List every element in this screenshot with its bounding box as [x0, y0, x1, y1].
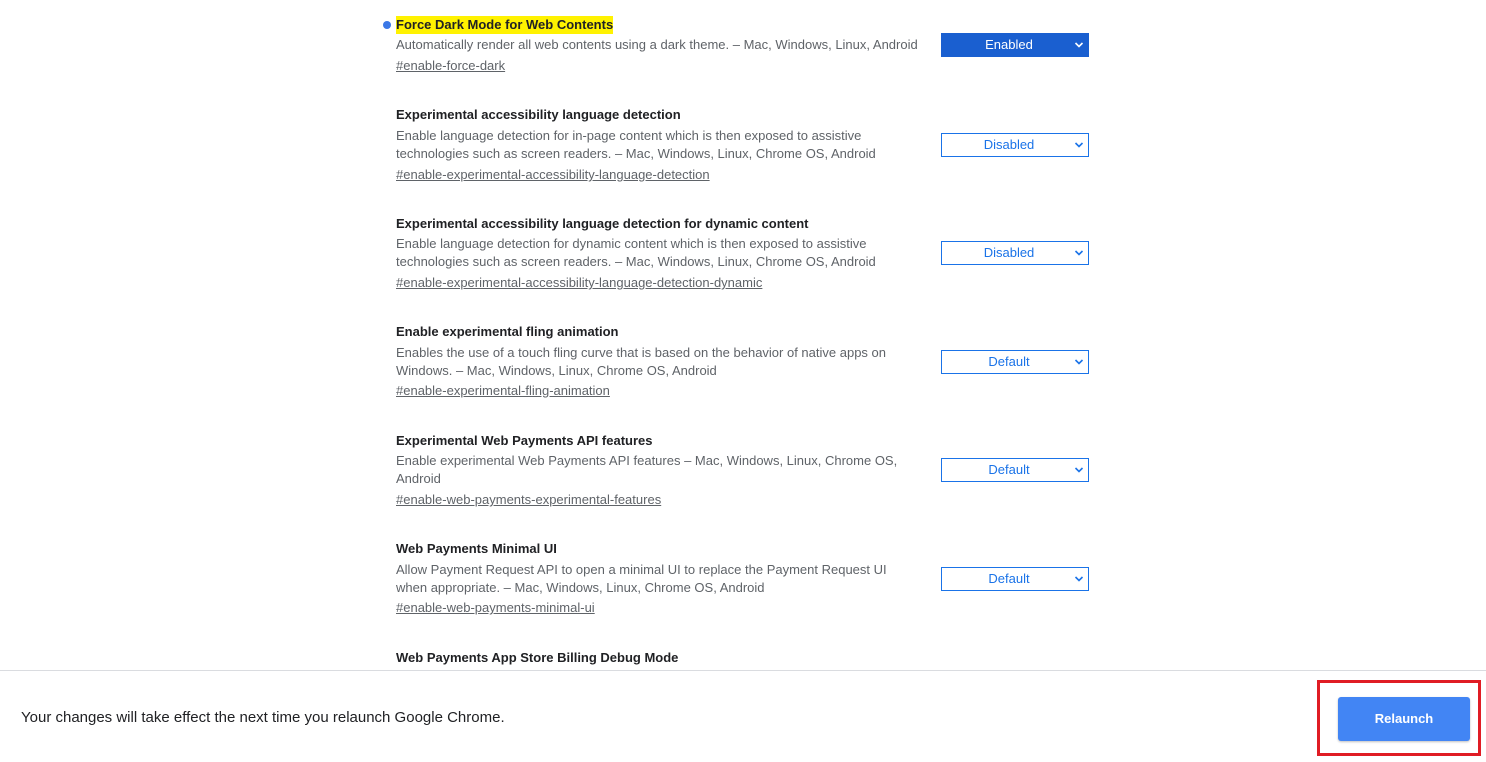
flag-link[interactable]: #enable-force-dark [396, 57, 505, 75]
chevron-down-icon [1074, 250, 1084, 256]
flag-link[interactable]: #enable-experimental-accessibility-langu… [396, 274, 762, 292]
flag-title: Enable experimental fling animation [396, 324, 619, 339]
flag-select-value: Disabled [983, 245, 1035, 260]
flag-description: Automatically render all web contents us… [396, 37, 918, 52]
flag-select-dropdown[interactable]: Default [941, 458, 1089, 482]
relaunch-button[interactable]: Relaunch [1338, 697, 1470, 741]
chevron-down-icon [1074, 359, 1084, 365]
chevron-down-icon [1074, 42, 1084, 48]
modified-dot-icon [383, 21, 391, 29]
flag-link[interactable]: #enable-web-payments-experimental-featur… [396, 491, 661, 509]
flag-select-value: Default [988, 571, 1030, 586]
flag-select-dropdown[interactable]: Disabled [941, 241, 1089, 265]
flag-title: Force Dark Mode for Web Contents [396, 16, 614, 34]
relaunch-bar: Your changes will take effect the next t… [0, 670, 1486, 762]
flag-link[interactable]: #enable-experimental-accessibility-langu… [396, 166, 710, 184]
flag-select-dropdown[interactable]: Enabled [941, 33, 1089, 57]
flag-description: Enable language detection for in-page co… [396, 128, 876, 161]
flag-link[interactable]: #enable-experimental-fling-animation [396, 382, 610, 400]
flag-description: Enable language detection for dynamic co… [396, 236, 876, 269]
flag-select-value: Disabled [983, 137, 1035, 152]
flag-select-value: Default [988, 354, 1030, 369]
chevron-down-icon [1074, 467, 1084, 473]
flag-title: Experimental accessibility language dete… [396, 216, 809, 231]
flag-title: Experimental accessibility language dete… [396, 107, 681, 122]
flag-description: Enables the use of a touch fling curve t… [396, 345, 886, 378]
flag-title: Web Payments App Store Billing Debug Mod… [396, 650, 679, 665]
flag-select-value: Enabled [985, 37, 1033, 52]
flag-select-dropdown[interactable]: Default [941, 350, 1089, 374]
flag-title: Experimental Web Payments API features [396, 433, 653, 448]
chevron-down-icon [1074, 142, 1084, 148]
relaunch-notice: Your changes will take effect the next t… [21, 709, 505, 726]
flags-list: Force Dark Mode for Web Contents Automat… [0, 0, 1486, 670]
flag-select-dropdown[interactable]: Disabled [941, 133, 1089, 157]
flag-description: Enable experimental Web Payments API fea… [396, 453, 898, 486]
flag-title: Web Payments Minimal UI [396, 541, 557, 556]
flag-link[interactable]: #enable-web-payments-minimal-ui [396, 599, 595, 617]
flag-select-value: Default [988, 462, 1030, 477]
flag-select-dropdown[interactable]: Default [941, 567, 1089, 591]
chevron-down-icon [1074, 576, 1084, 582]
flags-page: Force Dark Mode for Web Contents Automat… [0, 0, 1486, 762]
flag-description: Allow Payment Request API to open a mini… [396, 562, 887, 595]
